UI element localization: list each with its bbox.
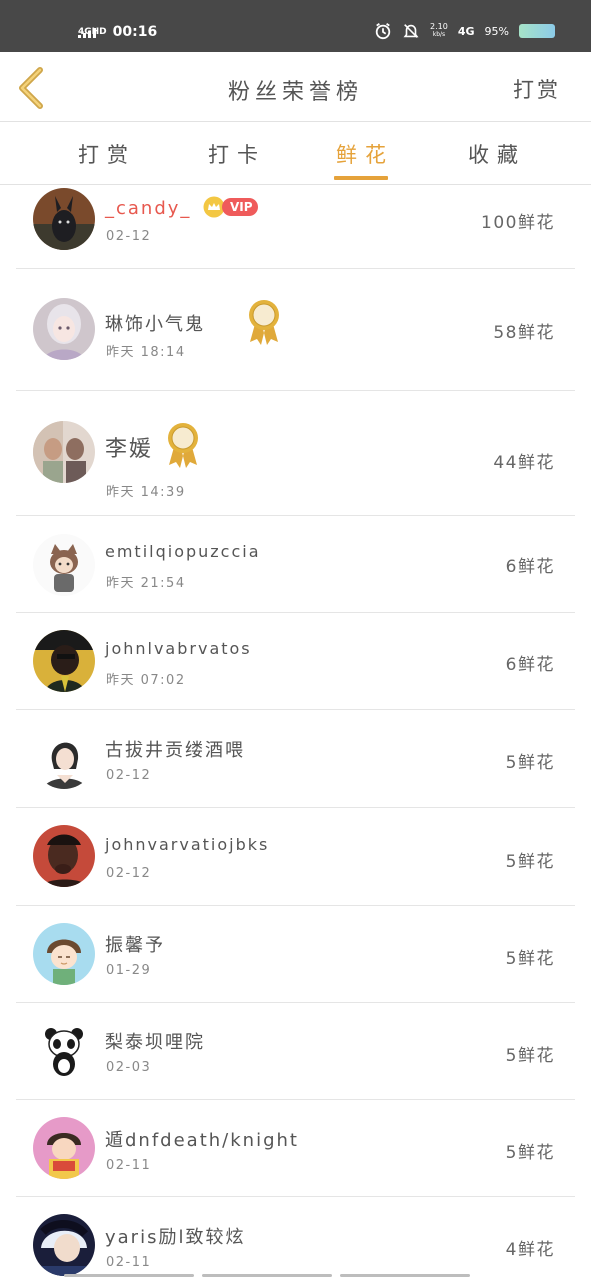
avatar[interactable] (33, 1214, 95, 1276)
list-item[interactable]: 遁dnfdeath/knight 02-11 5鲜花 (0, 1100, 591, 1197)
fan-time: 昨天 14:39 (106, 485, 186, 500)
flower-count: 6鲜花 (505, 655, 555, 675)
app-header: 粉丝荣誉榜 打赏 (0, 52, 591, 122)
flower-count: 5鲜花 (505, 852, 555, 872)
fan-name: _candy_ (105, 198, 192, 219)
vip-label: VIP (222, 198, 258, 216)
list-item[interactable]: 振馨予 01-29 5鲜花 (0, 906, 591, 1003)
vip-badge: VIP (202, 196, 258, 218)
fan-time: 01-29 (106, 963, 152, 978)
list-item[interactable]: 李媛 昨天 14:39 44鲜花 (0, 391, 591, 516)
fan-name: 振馨予 (105, 935, 165, 956)
network-speed: 2.10 kb/s (430, 23, 448, 39)
mute-icon (403, 24, 419, 38)
fan-time: 昨天 18:14 (106, 345, 186, 360)
fan-name: 古拔井贡缕酒喂 (105, 740, 245, 761)
fan-time: 昨天 07:02 (106, 673, 186, 688)
flower-count: 4鲜花 (505, 1240, 555, 1260)
avatar[interactable] (33, 1020, 95, 1082)
fan-time: 昨天 21:54 (106, 576, 186, 591)
fan-time: 02-12 (106, 229, 152, 244)
tab-checkin[interactable]: 打卡 (208, 139, 266, 169)
tab-flowers[interactable]: 鲜花 (336, 139, 394, 169)
fan-name: johnlvabrvatos (105, 639, 252, 658)
list-item[interactable]: johnvarvatiojbks 02-12 5鲜花 (0, 808, 591, 906)
fan-time: 02-12 (106, 768, 152, 783)
flower-count: 58鲜花 (493, 323, 555, 343)
avatar[interactable] (33, 727, 95, 789)
list-item[interactable]: emtilqiopuzccia 昨天 21:54 6鲜花 (0, 516, 591, 613)
flower-count: 5鲜花 (505, 1143, 555, 1163)
medal-icon (168, 423, 198, 468)
fan-name: 李媛 (105, 437, 154, 462)
battery-percent: 95% (484, 24, 509, 38)
fan-name: johnvarvatiojbks (105, 835, 270, 854)
avatar[interactable] (33, 825, 95, 887)
fan-name: 遁dnfdeath/knight (105, 1130, 299, 1151)
network-type: 4G (457, 24, 475, 38)
tab-reward[interactable]: 打赏 (78, 139, 136, 169)
fan-time: 02-12 (106, 866, 152, 881)
scroll-indicator (0, 1274, 591, 1278)
flower-count: 44鲜花 (493, 453, 555, 473)
avatar[interactable] (33, 1117, 95, 1179)
fan-time: 02-03 (106, 1060, 152, 1075)
avatar[interactable] (33, 298, 95, 360)
speed-unit: kb/s (432, 31, 446, 38)
avatar[interactable] (33, 923, 95, 985)
alarm-icon (375, 23, 391, 40)
tab-favorites[interactable]: 收藏 (468, 139, 526, 169)
flower-count: 100鲜花 (481, 213, 555, 233)
fan-time: 02-11 (106, 1158, 152, 1173)
list-item[interactable]: 琳饰小气鬼 昨天 18:14 58鲜花 (0, 269, 591, 391)
signal-icon (78, 28, 96, 38)
flower-count: 5鲜花 (505, 949, 555, 969)
avatar[interactable] (33, 188, 95, 250)
list-item[interactable]: _candy_ VIP 02-12 100鲜花 (0, 186, 591, 269)
avatar[interactable] (33, 534, 95, 596)
flower-count: 6鲜花 (505, 557, 555, 577)
tab-active-indicator (334, 176, 388, 180)
flower-count: 5鲜花 (505, 753, 555, 773)
list-item[interactable]: johnlvabrvatos 昨天 07:02 6鲜花 (0, 613, 591, 710)
tab-bar: 打赏 打卡 鲜花 收藏 (0, 123, 591, 185)
avatar[interactable] (33, 421, 95, 483)
avatar[interactable] (33, 630, 95, 692)
flower-count: 5鲜花 (505, 1046, 555, 1066)
fan-name: 梨泰坝哩院 (105, 1032, 205, 1053)
list-item[interactable]: 梨泰坝哩院 02-03 5鲜花 (0, 1003, 591, 1100)
list-item[interactable]: yaris励l致较炫 02-11 4鲜花 (0, 1197, 591, 1280)
status-bar: 4GHD 00:16 2.10 kb/s 4G 95% (0, 0, 591, 52)
speed-value: 2.10 (430, 22, 448, 31)
reward-button[interactable]: 打赏 (513, 74, 561, 104)
battery-icon (519, 24, 555, 38)
page-title: 粉丝荣誉榜 (227, 80, 363, 105)
fan-name: 琳饰小气鬼 (105, 314, 205, 335)
status-time: 00:16 (112, 23, 158, 40)
fan-name: yaris励l致较炫 (105, 1227, 246, 1248)
fan-name: emtilqiopuzccia (105, 542, 261, 561)
medal-icon (249, 300, 279, 345)
list-item[interactable]: 古拔井贡缕酒喂 02-12 5鲜花 (0, 710, 591, 808)
fan-list: _candy_ VIP 02-12 100鲜花 琳饰小气鬼 昨天 18:14 5… (0, 186, 591, 1280)
fan-time: 02-11 (106, 1255, 152, 1270)
